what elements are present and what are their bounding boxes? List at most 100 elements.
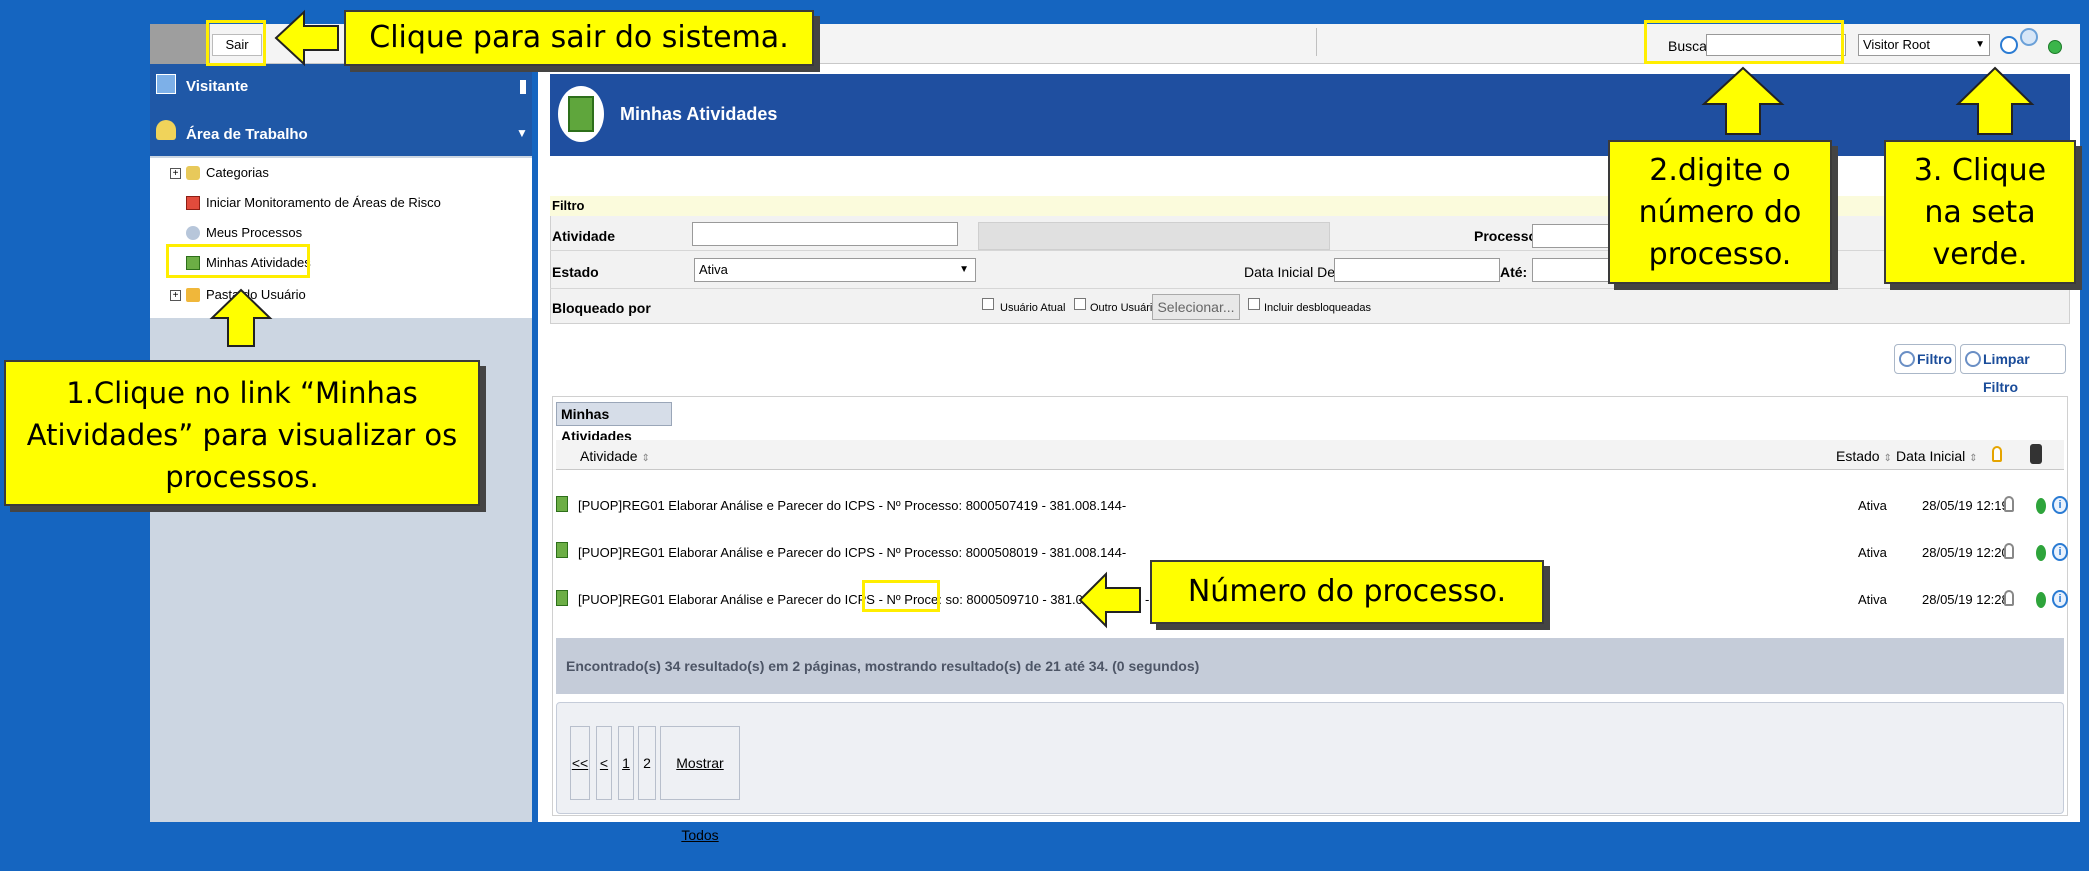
selecionar-button[interactable]: Selecionar...	[1152, 294, 1240, 320]
processo-label: Processo	[1474, 228, 1538, 244]
chevron-down-icon: ▼	[959, 264, 969, 275]
traffic-light-icon[interactable]	[2030, 444, 2042, 464]
incluir-label: Incluir desbloqueadas	[1264, 302, 1372, 314]
chevron-down-icon: ▼	[1975, 39, 1985, 50]
pager-show-all[interactable]: Mostrar Todos	[660, 726, 740, 843]
sort-icon: ⇕	[1883, 453, 1892, 464]
lock-icon[interactable]	[2004, 590, 2014, 606]
sidebar-area-trabalho[interactable]: Área de Trabalho	[186, 126, 308, 143]
lock-icon[interactable]	[1992, 446, 2002, 462]
page-title: Minhas Atividades	[620, 104, 778, 124]
list-tab[interactable]: Minhas Atividades	[556, 402, 672, 444]
atividade-extra-field	[978, 222, 1330, 250]
arrow-up-icon	[209, 288, 273, 347]
row-estado: Ativa	[1858, 545, 1887, 560]
estado-select-value: Ativa	[699, 262, 728, 277]
toolbar-divider	[1316, 28, 1317, 56]
user-select[interactable]: Visitor Root ▼	[1858, 34, 1990, 56]
sort-icon: ⇕	[1969, 453, 1978, 464]
pager-page-1[interactable]: 1	[618, 726, 634, 800]
activity-icon	[556, 542, 568, 558]
callout-step2: 2.digite o número do processo.	[1608, 140, 1832, 284]
notepad-icon	[568, 96, 594, 132]
pager-first[interactable]: <<	[570, 726, 590, 800]
sidebar-item-categorias[interactable]: Categorias	[206, 165, 269, 180]
highlight-sair	[206, 20, 266, 66]
expand-icon[interactable]: +	[170, 168, 181, 179]
limpar-filtro-button[interactable]: Limpar Filtro	[1960, 344, 2066, 395]
search-icon	[1965, 351, 1981, 367]
atividade-label: Atividade	[552, 228, 616, 244]
data-inicial-label: Data Inicial De:	[1244, 264, 1339, 280]
col-estado-label: Estado	[1836, 448, 1880, 464]
callout-numero-processo: Número do processo.	[1150, 560, 1544, 624]
collapse-sidebar-icon[interactable]	[520, 80, 526, 94]
user-select-value: Visitor Root	[1863, 37, 1930, 52]
callout-step3: 3. Clique na seta verde.	[1884, 140, 2076, 284]
pager-page-2: 2	[638, 726, 656, 800]
sidebar-item-meus-processos[interactable]: Meus Processos	[206, 225, 302, 240]
highlight-numero-processo	[862, 580, 940, 612]
col-estado[interactable]: Estado ⇕	[1836, 448, 1892, 464]
filter-title: Filtro	[550, 196, 2070, 216]
estado-label: Estado	[552, 264, 599, 280]
pager-prev[interactable]: <	[596, 726, 612, 800]
sort-icon: ⇕	[641, 453, 650, 464]
estado-select[interactable]: Ativa ▼	[694, 258, 976, 282]
status-dot-icon	[2036, 592, 2046, 608]
info-icon[interactable]: i	[2052, 543, 2068, 561]
atividade-input[interactable]	[692, 222, 958, 246]
col-atividade-label: Atividade	[580, 448, 638, 464]
desktop-icon	[156, 120, 176, 140]
filtro-button-label: Filtro	[1917, 351, 1952, 367]
arrow-left-icon	[274, 9, 339, 67]
refresh-icon[interactable]	[2000, 36, 2018, 54]
row-data: 28/05/19 12:20	[1922, 545, 2009, 560]
highlight-minhas-atividades	[166, 244, 310, 278]
search-icon	[1899, 351, 1915, 367]
usuario-atual-label: Usuário Atual	[1000, 302, 1066, 314]
incluir-checkbox[interactable]	[1248, 298, 1260, 310]
status-dot-icon	[2036, 545, 2046, 561]
filtro-button[interactable]: Filtro	[1894, 344, 1956, 374]
sidebar-visitante[interactable]: Visitante	[186, 78, 248, 95]
activity-icon	[556, 496, 568, 512]
outro-usuario-checkbox[interactable]	[1074, 298, 1086, 310]
expand-icon[interactable]: +	[170, 290, 181, 301]
highlight-busca	[1644, 20, 1844, 64]
row-atividade[interactable]: [PUOP]REG01 Elaborar Análise e Parecer d…	[578, 498, 1126, 513]
row-data: 28/05/19 12:28	[1922, 592, 2009, 607]
lock-icon[interactable]	[2004, 496, 2014, 512]
bloqueado-label: Bloqueado por	[552, 300, 651, 316]
col-data-label: Data Inicial	[1896, 448, 1966, 464]
green-arrow-go-icon[interactable]	[2048, 40, 2062, 54]
ate-label: Até:	[1500, 264, 1528, 280]
col-data-inicial[interactable]: Data Inicial ⇕	[1896, 448, 1978, 464]
lock-icon[interactable]	[2004, 543, 2014, 559]
usuario-atual-checkbox[interactable]	[982, 298, 994, 310]
info-icon[interactable]: i	[2052, 496, 2068, 514]
folder-icon	[186, 288, 200, 302]
gear-icon	[186, 226, 200, 240]
sidebar-item-monitoramento[interactable]: Iniciar Monitoramento de Áreas de Risco	[206, 195, 441, 210]
folder-icon	[186, 166, 200, 180]
content-header	[550, 74, 2070, 156]
row-estado: Ativa	[1858, 592, 1887, 607]
help-icon[interactable]	[2020, 28, 2038, 46]
filter-row-divider	[550, 288, 2070, 289]
arrow-up-icon	[1701, 66, 1785, 135]
data-inicial-input[interactable]	[1334, 258, 1500, 282]
results-summary: Encontrado(s) 34 resultado(s) em 2 págin…	[556, 638, 2064, 694]
toolbar-left-block	[150, 24, 210, 64]
info-icon[interactable]: i	[2052, 590, 2068, 608]
row-atividade[interactable]: [PUOP]REG01 Elaborar Análise e Parecer d…	[578, 545, 1126, 560]
chevron-down-icon[interactable]: ▼	[516, 126, 528, 140]
row-data: 28/05/19 12:19	[1922, 498, 2009, 513]
col-atividade[interactable]: Atividade ⇕	[580, 448, 650, 464]
pagination	[556, 702, 2064, 814]
arrow-left-icon	[1078, 571, 1141, 629]
map-icon	[186, 196, 200, 210]
outro-usuario-label: Outro Usuário	[1090, 302, 1159, 314]
arrow-up-icon	[1955, 66, 2035, 135]
callout-step1: 1.Clique no link “Minhas Atividades” par…	[4, 360, 480, 506]
